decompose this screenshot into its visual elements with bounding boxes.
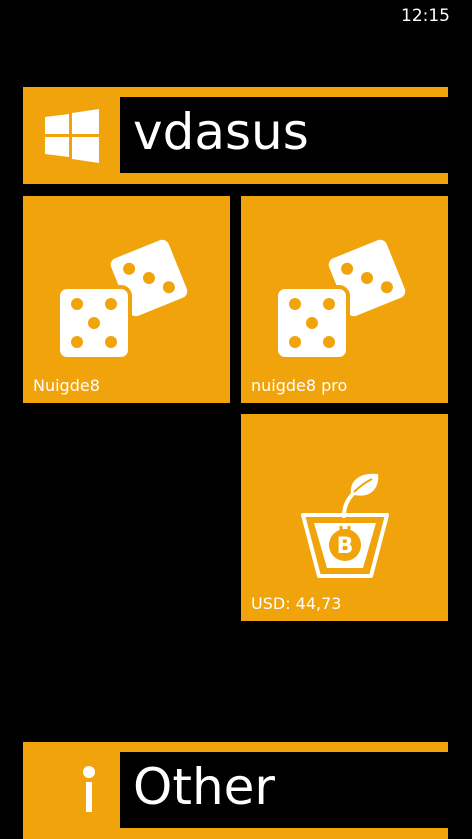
section-title-box: vdasus	[120, 97, 448, 173]
tile-label: Nuigde8	[33, 376, 100, 395]
dice-icon	[274, 235, 410, 361]
section-header-account[interactable]: vdasus	[23, 87, 448, 184]
status-bar-time: 12:15	[401, 6, 450, 26]
tile-nuigde8[interactable]: Nuigde8	[23, 196, 230, 403]
dice-icon	[56, 235, 192, 361]
info-icon	[83, 766, 95, 812]
section-title: Other	[133, 758, 275, 816]
section-title-box: Other	[120, 752, 448, 828]
section-header-other[interactable]: Other	[23, 742, 448, 839]
tile-usd-balance[interactable]: B USD: 44,73	[241, 414, 448, 621]
tile-label: USD: 44,73	[251, 594, 342, 613]
svg-text:B: B	[337, 534, 354, 559]
bitcoin-plant-icon: B	[301, 473, 389, 578]
tile-label: nuigde8 pro	[251, 376, 348, 395]
windows-logo-icon	[45, 109, 99, 163]
section-title: vdasus	[133, 103, 309, 161]
tile-nuigde8-pro[interactable]: nuigde8 pro	[241, 196, 448, 403]
